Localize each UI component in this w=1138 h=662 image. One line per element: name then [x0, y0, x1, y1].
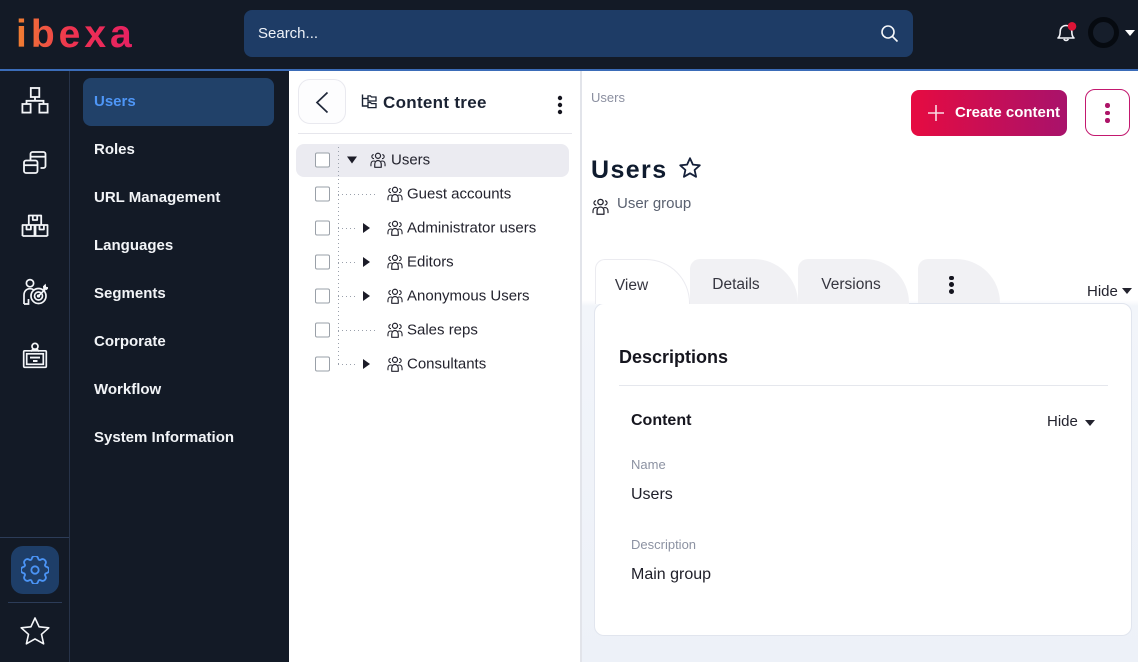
svg-text:ibexa: ibexa: [16, 13, 136, 56]
